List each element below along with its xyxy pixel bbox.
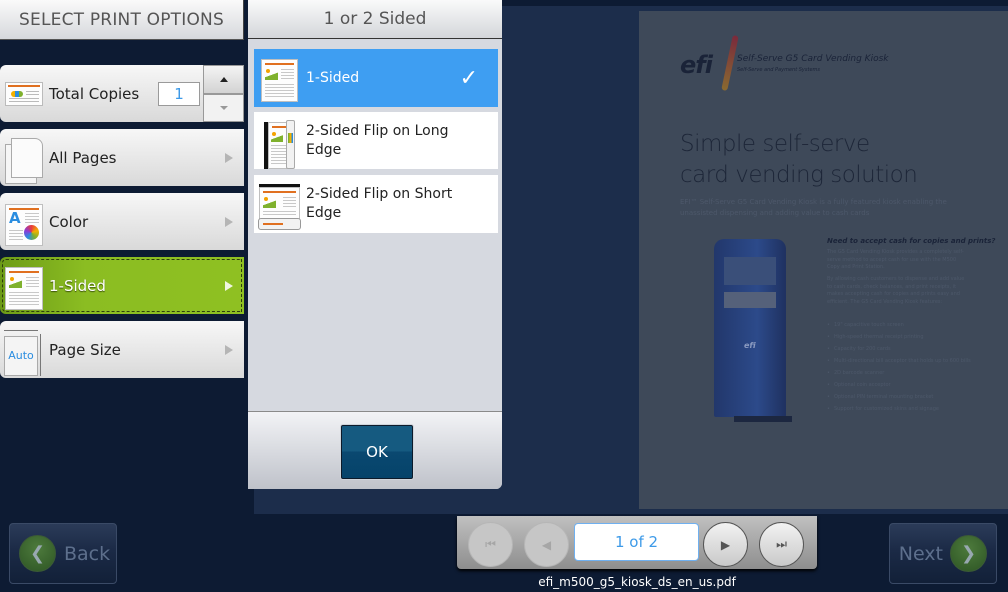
kiosk-brand: efi (744, 341, 756, 350)
chevron-right-icon (225, 216, 233, 227)
triangle-right-icon: ▶ (720, 537, 731, 552)
doc-bullet: Capacity for 200 cards (827, 346, 971, 352)
sides-dialog: 1 or 2 Sided 1-Sided ✓ 2-Sided Flip on L… (248, 0, 502, 489)
triangle-left-icon: ◀ (541, 537, 552, 552)
next-label: Next (898, 542, 943, 565)
option-label: 1-Sided (49, 276, 106, 295)
kiosk-image: efi (714, 239, 786, 417)
copies-icon (2, 70, 46, 118)
pages-icon (2, 134, 46, 184)
skip-last-icon: ⏭ (776, 537, 787, 551)
skip-first-icon: ⏮ (485, 537, 496, 551)
doc-bullet: Multi-directional bill acceptor that hol… (827, 358, 971, 364)
page-indicator[interactable]: 1 of 2 (574, 523, 699, 561)
document-filename: efi_m500_g5_kiosk_ds_en_us.pdf (538, 575, 736, 589)
product-name: Self-Serve G5 Card Vending Kiosk (737, 54, 889, 64)
prev-page-button[interactable]: ◀ (524, 522, 569, 567)
doc-intro: EFI™ Self-Serve G5 Card Vending Kiosk is… (680, 198, 947, 217)
doc-paragraph-2: By allowing cash customers to dispense a… (827, 276, 965, 305)
two-sided-long-edge-icon (258, 117, 298, 169)
headline-line-2: card vending solution (680, 162, 918, 188)
document-preview-page: efi Self-Serve G5 Card Vending Kiosk Sel… (639, 11, 1008, 509)
copies-decrement-button[interactable] (203, 94, 244, 122)
first-page-button[interactable]: ⏮ (468, 522, 513, 567)
option-label: All Pages (49, 148, 117, 167)
doc-bullet: Support for customized skins and signage (827, 406, 971, 412)
next-button[interactable]: Next ❯ (889, 523, 997, 584)
one-sided-icon (2, 262, 46, 310)
choice-label: 1-Sided (306, 69, 360, 86)
doc-question: Need to accept cash for copies and print… (827, 237, 996, 245)
dialog-footer: OK (248, 411, 502, 489)
choice-two-sided-short-edge[interactable]: 2-Sided Flip on Short Edge (254, 175, 498, 233)
chevron-right-icon: ❯ (950, 535, 987, 572)
page-size-auto-text: Auto (4, 335, 38, 376)
page-size-icon: Auto (2, 326, 46, 376)
chevron-right-icon (225, 152, 233, 163)
chevron-up-icon (219, 77, 228, 82)
total-copies-input[interactable]: 1 (158, 81, 200, 106)
next-page-button[interactable]: ▶ (703, 522, 748, 567)
kiosk-screen (724, 257, 776, 285)
product-subtitle: Self-Serve and Payment Systems (737, 67, 820, 73)
choice-two-sided-long-edge[interactable]: 2-Sided Flip on Long Edge (254, 112, 498, 169)
print-options-panel: SELECT PRINT OPTIONS Total Copies 1 All … (0, 0, 246, 516)
one-sided-icon (258, 54, 298, 102)
doc-bullet: 19" capacitive touch screen (827, 322, 971, 328)
color-icon: A (2, 198, 46, 246)
doc-headline: Simple self-serve card vending solution (680, 129, 918, 191)
option-sides[interactable]: 1-Sided (0, 257, 244, 314)
kiosk-base (734, 416, 792, 422)
checkmark-icon: ✓ (459, 65, 478, 91)
chevron-right-icon (225, 344, 233, 355)
page-navigator: ⏮ ◀ 1 of 2 ▶ ⏭ (457, 516, 817, 569)
total-copies-row: Total Copies 1 (0, 65, 204, 122)
doc-bullet: Optional PIN terminal mounting bracket (827, 394, 971, 400)
copies-increment-button[interactable] (203, 65, 244, 94)
last-page-button[interactable]: ⏭ (759, 522, 804, 567)
choice-label: 2-Sided Flip on Short Edge (306, 186, 453, 221)
panel-title: SELECT PRINT OPTIONS (0, 0, 244, 40)
doc-bullet: Optional coin acceptor (827, 382, 971, 388)
chevron-right-icon (225, 280, 233, 291)
option-all-pages[interactable]: All Pages (0, 129, 244, 186)
doc-bullets: 19" capacitive touch screen High-speed t… (827, 322, 971, 418)
back-button[interactable]: ❮ Back (9, 523, 117, 584)
doc-bullet: 2D barcode scanner (827, 370, 971, 376)
dialog-title: 1 or 2 Sided (248, 0, 502, 39)
choice-one-sided[interactable]: 1-Sided ✓ (254, 49, 498, 107)
doc-paragraph-1: The G5 Card Vending Kiosk provides a com… (827, 249, 964, 270)
option-color[interactable]: A Color (0, 193, 244, 250)
back-label: Back (64, 542, 111, 565)
ok-button[interactable]: OK (341, 425, 413, 479)
two-sided-short-edge-icon (258, 180, 301, 230)
chevron-left-icon: ❮ (19, 535, 56, 572)
option-label: Page Size (49, 340, 121, 359)
headline-line-1: Simple self-serve (680, 131, 870, 157)
total-copies-label: Total Copies (49, 84, 140, 103)
option-label: Color (49, 212, 89, 231)
kiosk-slot (724, 292, 776, 308)
choice-label: 2-Sided Flip on Long Edge (306, 122, 449, 158)
efi-logo: efi (680, 51, 713, 79)
doc-bullet: High-speed thermal receipt printing (827, 334, 971, 340)
option-page-size[interactable]: Auto Page Size (0, 321, 244, 378)
chevron-down-icon (219, 106, 228, 110)
